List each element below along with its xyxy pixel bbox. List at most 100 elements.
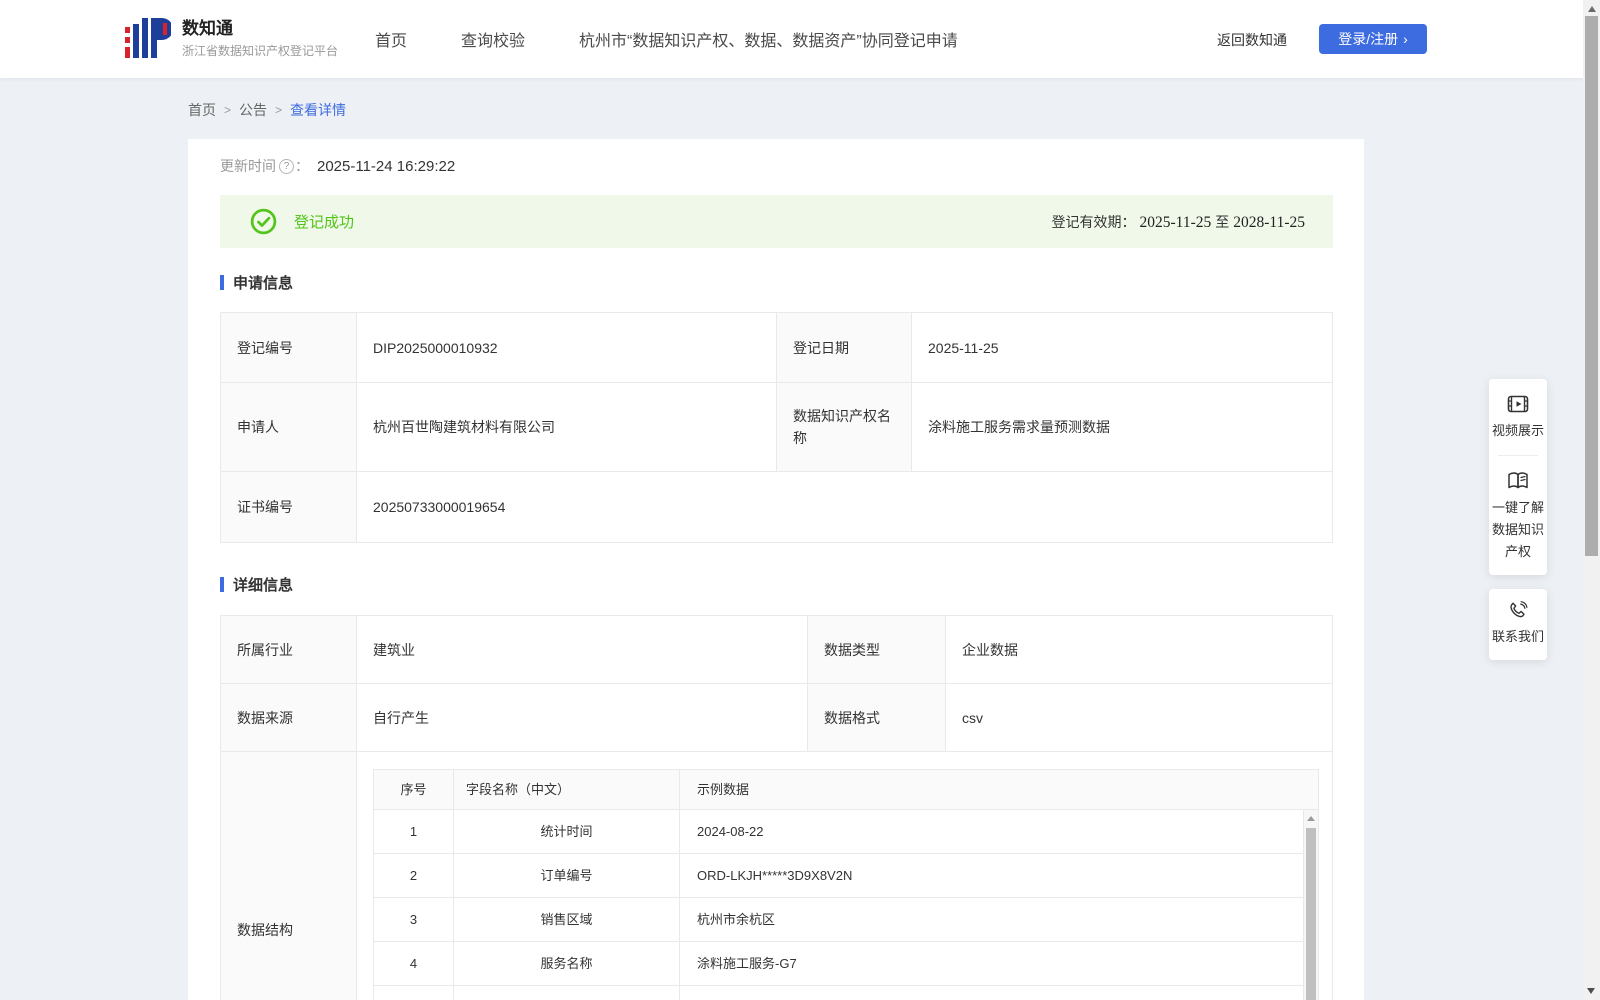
- section-accent-bar: [220, 275, 224, 290]
- reg-date-label: 登记日期: [777, 313, 912, 383]
- widget-divider: [1498, 455, 1538, 456]
- book-icon: [1508, 472, 1528, 489]
- row-field-name: 销售区域: [454, 898, 680, 941]
- data-format-label: 数据格式: [808, 684, 946, 752]
- login-register-label: 登录/注册: [1338, 31, 1399, 47]
- cert-no-value: 20250733000019654: [373, 499, 506, 515]
- detail-info-table: 所属行业 建筑业 数据类型 企业数据 数据来源 自行产生 数据格式 csv 数据…: [220, 615, 1333, 1000]
- success-check-icon: [250, 208, 277, 235]
- contact-us-label: 联系我们: [1491, 629, 1544, 644]
- logo-icon: [125, 18, 171, 58]
- logo-title: 数知通: [182, 18, 233, 38]
- nav-item-hangzhou-coregistration[interactable]: 杭州市“数据知识产权、数据、数据资产”协同登记申请: [579, 27, 958, 51]
- row-sample-data: 2024-08-22: [697, 823, 764, 839]
- section-accent-bar: [220, 577, 224, 592]
- nav-item-query-verify[interactable]: 查询校验: [461, 27, 525, 51]
- data-source-value: 自行产生: [357, 684, 808, 752]
- table-row: 1 统计时间 2024-08-22: [374, 810, 1318, 854]
- nav-item-home[interactable]: 首页: [375, 27, 407, 51]
- row-sample-data: 涂料施工服务-G7: [697, 955, 797, 971]
- col-header-sample-data: 示例数据: [697, 781, 750, 797]
- data-structure-table: 序号 字段名称（中文） 示例数据 1 统计时间 2024-08-22 2 订单编…: [373, 769, 1319, 1000]
- one-click-learn-button[interactable]: 一键了解 数据知识 产权: [1489, 469, 1547, 563]
- breadcrumb-separator: >: [275, 103, 283, 117]
- breadcrumb-separator: >: [224, 103, 232, 117]
- update-time-colon: ：: [295, 158, 309, 174]
- applicant-label: 申请人: [221, 383, 357, 472]
- industry-label: 所属行业: [221, 616, 357, 684]
- data-type-value: 企业数据: [946, 616, 1332, 684]
- reg-no-value: DIP2025000010932: [357, 313, 777, 383]
- row-sample-data: ORD-LKJH*****3D9X8V2N: [697, 867, 853, 883]
- main-nav: 首页 查询校验 杭州市“数据知识产权、数据、数据资产”协同登记申请: [375, 0, 958, 78]
- row-field-name: 服务名称: [454, 942, 680, 985]
- detail-info-section-title: 详细信息: [220, 574, 293, 595]
- validity-to-word: 至: [1215, 213, 1230, 230]
- video-icon: [1507, 395, 1529, 413]
- detail-info-title-text: 详细信息: [233, 577, 294, 594]
- page-scrollbar[interactable]: [1583, 0, 1600, 1000]
- phone-icon: [1510, 601, 1528, 618]
- row-index: 4: [374, 942, 454, 985]
- scroll-down-arrow-icon[interactable]: [1587, 988, 1595, 994]
- side-widget-panel: 视频展示 一键了解 数据知识 产权: [1489, 379, 1547, 575]
- back-to-shuzhitong-link[interactable]: 返回数知通: [1217, 30, 1287, 50]
- data-structure-label: 数据结构: [221, 752, 357, 1000]
- industry-value: 建筑业: [357, 616, 808, 684]
- breadcrumb: 首页 > 公告 > 查看详情: [188, 100, 346, 120]
- validity-label: 登记有效期：: [1051, 213, 1136, 230]
- data-format-value: csv: [946, 684, 1332, 752]
- applicant-value: 杭州百世陶建筑材料有限公司: [357, 383, 777, 472]
- data-source-label: 数据来源: [221, 684, 357, 752]
- platform-logo[interactable]: 数知通 浙江省数据知识产权登记平台: [125, 17, 338, 59]
- row-index: 3: [374, 898, 454, 941]
- update-time-value: 2025-11-24 16:29:22: [317, 157, 456, 175]
- registration-validity: 登记有效期： 2025-11-25 至 2028-11-25: [1052, 212, 1306, 232]
- update-time-label: 更新时间: [220, 158, 276, 174]
- guide-label-line1: 一键了解: [1491, 500, 1544, 515]
- login-register-button[interactable]: 登录/注册 ›: [1319, 24, 1427, 54]
- structure-table-scrollbar[interactable]: [1303, 810, 1318, 1000]
- registration-success-banner: 登记成功 登记有效期： 2025-11-25 至 2028-11-25: [220, 195, 1333, 248]
- row-index: 1: [374, 810, 454, 853]
- ip-name-value: 涂料施工服务需求量预测数据: [912, 383, 1332, 472]
- logo-subtitle: 浙江省数据知识产权登记平台: [182, 43, 339, 58]
- scrollbar-thumb[interactable]: [1306, 828, 1316, 1000]
- breadcrumb-current-view-detail: 查看详情: [290, 102, 347, 118]
- application-info-title-text: 申请信息: [233, 275, 294, 292]
- breadcrumb-announcements[interactable]: 公告: [239, 100, 267, 120]
- application-info-section-title: 申请信息: [220, 272, 293, 293]
- reg-no-label: 登记编号: [221, 313, 357, 383]
- data-structure-cell: 序号 字段名称（中文） 示例数据 1 统计时间 2024-08-22 2 订单编…: [357, 752, 1332, 1000]
- scroll-up-arrow-icon[interactable]: [1307, 816, 1315, 821]
- guide-label-line2: 数据知识: [1491, 522, 1544, 537]
- registration-status-text: 登记成功: [294, 214, 355, 231]
- chevron-right-icon: ›: [1403, 31, 1408, 47]
- reg-date-value: 2025-11-25: [912, 313, 1332, 383]
- guide-label-line3: 产权: [1504, 544, 1531, 559]
- row-index: 2: [374, 854, 454, 897]
- ip-name-label: 数据知识产权名称: [777, 383, 912, 472]
- scroll-up-arrow-icon[interactable]: [1587, 6, 1596, 12]
- cert-no-label: 证书编号: [221, 472, 357, 542]
- validity-to-date: 2028-11-25: [1233, 213, 1305, 231]
- detail-card: 更新时间 ? ： 2025-11-24 16:29:22 登记成功 登记有效期：…: [188, 139, 1364, 1000]
- row-sample-data: 杭州市余杭区: [697, 911, 776, 927]
- top-header: 数知通 浙江省数据知识产权登记平台 首页 查询校验 杭州市“数据知识产权、数据、…: [0, 0, 1600, 78]
- application-info-table: 登记编号 DIP2025000010932 登记日期 2025-11-25 申请…: [220, 312, 1333, 543]
- col-header-index: 序号: [374, 770, 454, 809]
- help-question-icon[interactable]: ?: [279, 158, 294, 174]
- data-type-label: 数据类型: [808, 616, 946, 684]
- contact-us-button[interactable]: 联系我们: [1489, 589, 1547, 660]
- table-row: [374, 986, 1318, 1000]
- breadcrumb-home[interactable]: 首页: [188, 100, 216, 120]
- table-row: 3 销售区域 杭州市余杭区: [374, 898, 1318, 942]
- validity-from-date: 2025-11-25: [1139, 213, 1212, 231]
- row-field-name: 订单编号: [454, 854, 680, 897]
- video-showcase-button[interactable]: 视频展示: [1489, 392, 1547, 442]
- row-field-name: 统计时间: [454, 810, 680, 853]
- video-showcase-label: 视频展示: [1491, 423, 1544, 438]
- col-header-field-name: 字段名称（中文）: [454, 770, 680, 809]
- scrollbar-thumb[interactable]: [1585, 16, 1598, 556]
- table-row: 2 订单编号 ORD-LKJH*****3D9X8V2N: [374, 854, 1318, 898]
